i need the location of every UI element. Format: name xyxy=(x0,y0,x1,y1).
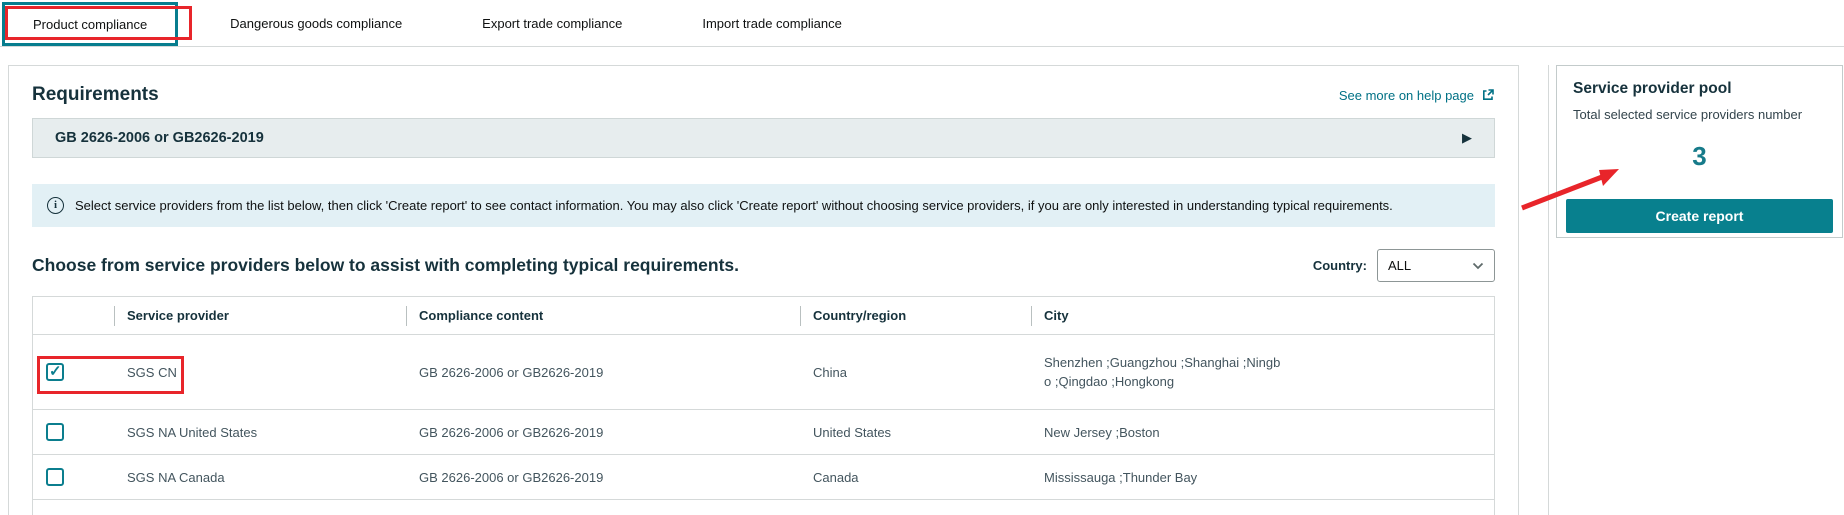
expand-arrow-icon: ▶ xyxy=(1462,130,1472,146)
create-report-button[interactable]: Create report xyxy=(1566,199,1833,233)
tab-label: Product compliance xyxy=(33,17,147,32)
cell-compliance-content: GB 2626-2006 or GB2626-2019 xyxy=(406,470,800,485)
column-header: Compliance content xyxy=(406,308,800,323)
cell-country-region: United States xyxy=(800,425,1031,440)
chevron-down-icon xyxy=(1472,257,1484,275)
requirement-accordion[interactable]: GB 2626-2006 or GB2626-2019 ▶ xyxy=(32,118,1495,158)
cell-city: New Jersey ;Boston xyxy=(1031,423,1494,442)
info-icon: i xyxy=(47,197,64,214)
service-provider-pool-card: Service provider pool Total selected ser… xyxy=(1556,65,1843,238)
help-link[interactable]: See more on help page xyxy=(1339,88,1495,103)
tab-export-trade-compliance[interactable]: Export trade compliance xyxy=(454,0,650,46)
column-header: City xyxy=(1031,308,1494,323)
tab-label: Export trade compliance xyxy=(482,16,622,31)
cell-city: Mississauga ;Thunder Bay xyxy=(1031,468,1494,487)
info-banner: i Select service providers from the list… xyxy=(32,184,1495,227)
pool-subtitle: Total selected service providers number xyxy=(1573,107,1826,122)
section-row: Choose from service providers below to a… xyxy=(32,249,1495,282)
tab-product-compliance[interactable]: Product compliance xyxy=(2,2,178,46)
info-banner-text: Select service providers from the list b… xyxy=(75,196,1393,215)
section-heading: Choose from service providers below to a… xyxy=(32,255,739,276)
row-checkbox[interactable] xyxy=(46,423,64,441)
cell-compliance-content: GB 2626-2006 or GB2626-2019 xyxy=(406,365,800,380)
requirement-accordion-label: GB 2626-2006 or GB2626-2019 xyxy=(55,130,264,146)
sidebar-divider xyxy=(1548,65,1549,515)
cell-country-region: Canada xyxy=(800,470,1031,485)
cell-service-provider: SGS CN xyxy=(114,365,406,380)
table-header-row: Service provider Compliance content Coun… xyxy=(33,297,1494,335)
tab-label: Dangerous goods compliance xyxy=(230,16,402,31)
country-select[interactable]: ALL xyxy=(1377,249,1495,282)
column-header: Country/region xyxy=(800,308,1031,323)
row-checkbox[interactable] xyxy=(46,363,64,381)
country-filter: Country: ALL xyxy=(1313,249,1495,282)
table-row-clipped xyxy=(33,500,1494,515)
table-row: SGS NA Canada GB 2626-2006 or GB2626-201… xyxy=(33,455,1494,500)
cell-service-provider: SGS NA United States xyxy=(114,425,406,440)
tab-dangerous-goods-compliance[interactable]: Dangerous goods compliance xyxy=(202,0,430,46)
cell-service-provider: SGS NA Canada xyxy=(114,470,406,485)
country-select-value: ALL xyxy=(1388,258,1411,273)
column-header: Service provider xyxy=(114,308,406,323)
external-link-icon xyxy=(1481,88,1495,102)
requirements-panel: Requirements See more on help page GB 26… xyxy=(8,65,1519,515)
page-title: Requirements xyxy=(32,84,159,106)
help-link-label: See more on help page xyxy=(1339,88,1474,103)
cell-city: Shenzhen ;Guangzhou ;Shanghai ;Ningb o ;… xyxy=(1031,353,1494,391)
table-row: SGS NA United States GB 2626-2006 or GB2… xyxy=(33,410,1494,455)
selected-count: 3 xyxy=(1573,141,1826,172)
providers-table: Service provider Compliance content Coun… xyxy=(32,296,1495,515)
table-row: SGS CN GB 2626-2006 or GB2626-2019 China… xyxy=(33,335,1494,410)
tab-import-trade-compliance[interactable]: Import trade compliance xyxy=(674,0,869,46)
panel-header: Requirements See more on help page xyxy=(32,84,1495,106)
row-checkbox[interactable] xyxy=(46,468,64,486)
cell-country-region: China xyxy=(800,365,1031,380)
pool-title: Service provider pool xyxy=(1573,80,1826,98)
cell-compliance-content: GB 2626-2006 or GB2626-2019 xyxy=(406,425,800,440)
tab-label: Import trade compliance xyxy=(702,16,841,31)
tab-bar: Product compliance Dangerous goods compl… xyxy=(0,0,1844,47)
country-filter-label: Country: xyxy=(1313,258,1367,273)
